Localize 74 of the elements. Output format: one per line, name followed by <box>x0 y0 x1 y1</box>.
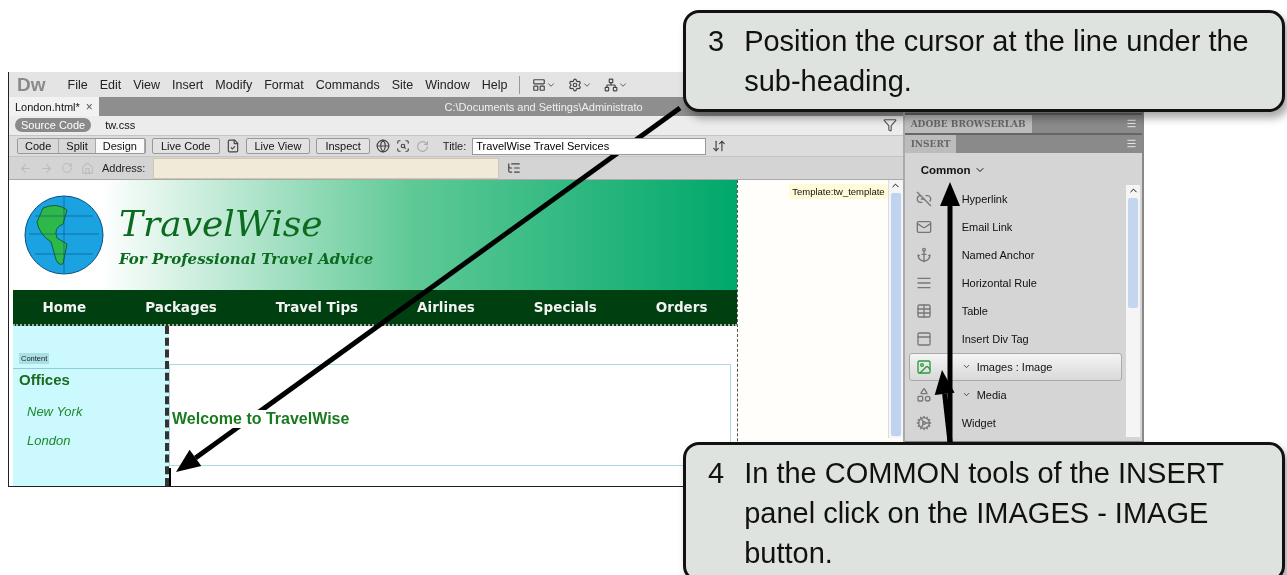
address-field[interactable] <box>153 157 500 179</box>
list-icon[interactable] <box>507 161 522 176</box>
inspect-button[interactable]: Inspect <box>316 138 370 155</box>
scrollbar[interactable] <box>887 180 903 438</box>
view-button[interactable]: Split <box>59 139 96 154</box>
panel-menu-icon[interactable] <box>1126 118 1137 130</box>
document-tab[interactable]: London.html* × <box>9 97 99 116</box>
menu-item[interactable]: View <box>133 77 161 92</box>
menu-item[interactable]: Commands <box>315 77 380 92</box>
nav-link[interactable]: Home <box>42 299 87 315</box>
item-icon <box>915 218 932 235</box>
insert-item[interactable]: Media <box>908 380 1122 409</box>
item-icon <box>915 358 932 375</box>
nav-link[interactable]: Packages <box>145 299 217 315</box>
menu-item[interactable]: File <box>67 77 88 92</box>
insert-item[interactable]: Horizontal Rule <box>908 268 1122 297</box>
insert-item[interactable]: Widget <box>908 408 1122 437</box>
sidebar-heading: Offices <box>13 368 165 390</box>
site-tree-icon[interactable] <box>604 77 629 92</box>
menu-item[interactable]: Insert <box>172 77 204 92</box>
gear-icon[interactable] <box>568 77 593 92</box>
file-path: C:\Documents and Settings\Administrato <box>444 100 643 113</box>
sort-icon[interactable] <box>712 139 727 154</box>
insert-item[interactable]: Email Link <box>908 212 1122 241</box>
step-number: 4 <box>708 456 725 491</box>
live-view-button[interactable]: Live View <box>245 138 311 155</box>
close-icon[interactable]: × <box>85 99 93 114</box>
nav-link[interactable]: Specials <box>533 299 597 315</box>
template-tag: Template:tw_template <box>789 184 888 199</box>
item-icon <box>915 330 932 347</box>
insert-item[interactable]: Insert Div Tag <box>908 324 1122 353</box>
related-file[interactable]: tw.css <box>99 118 142 133</box>
callout-text: Position the cursor at the line under the sub-heading. <box>744 24 1250 99</box>
title-label: Title: <box>442 140 467 153</box>
view-button[interactable]: Code <box>18 139 60 154</box>
preview-icon[interactable] <box>395 139 410 154</box>
item-icon <box>915 386 932 403</box>
step-number: 3 <box>708 24 725 59</box>
layout-icon[interactable] <box>532 77 557 92</box>
item-icon <box>915 302 932 319</box>
nav-link[interactable]: Orders <box>655 299 708 315</box>
item-icon <box>915 246 932 263</box>
panel-menu-icon[interactable] <box>1126 138 1137 150</box>
insert-item[interactable]: Images : Image <box>908 352 1122 381</box>
category-dropdown[interactable]: Common <box>914 162 993 177</box>
text-cursor <box>169 468 171 486</box>
title-field[interactable]: TravelWise Travel Services <box>472 137 707 155</box>
sidebar-link[interactable]: New York <box>13 394 165 419</box>
nav-link[interactable]: Airlines <box>417 299 475 315</box>
insert-item[interactable]: Hyperlink <box>908 184 1122 213</box>
globe-icon[interactable] <box>375 139 390 154</box>
menu-item[interactable]: Edit <box>99 77 122 92</box>
live-code-button[interactable]: Live Code <box>151 138 220 155</box>
check-icon[interactable] <box>225 139 240 154</box>
item-icon <box>915 414 932 431</box>
site-brand: TravelWise <box>119 202 324 244</box>
menu-item[interactable]: Format <box>264 77 304 92</box>
filter-icon[interactable] <box>882 118 897 133</box>
item-icon <box>915 190 932 207</box>
insert-item[interactable]: Named Anchor <box>908 240 1122 269</box>
menu-item[interactable]: Modify <box>215 77 253 92</box>
address-label: Address: <box>102 162 146 175</box>
view-button[interactable]: Design <box>95 139 145 154</box>
menu-item[interactable]: Site <box>391 77 414 92</box>
page-heading: Welcome to TravelWise <box>172 410 350 428</box>
scrollbar[interactable] <box>1126 184 1140 437</box>
insert-item[interactable]: Table <box>908 296 1122 325</box>
app-logo: Dw <box>17 73 46 96</box>
nav-link[interactable]: Travel Tips <box>275 299 359 315</box>
site-tagline: For Professional Travel Advice <box>119 249 374 268</box>
sidebar-link[interactable]: London <box>13 423 165 448</box>
menu-item[interactable]: Window <box>425 77 470 92</box>
callout-text: In the COMMON tools of the INSERT panel click on the IMAGES - IMAGE button. <box>744 456 1225 571</box>
menu-item[interactable]: Help <box>481 77 508 92</box>
